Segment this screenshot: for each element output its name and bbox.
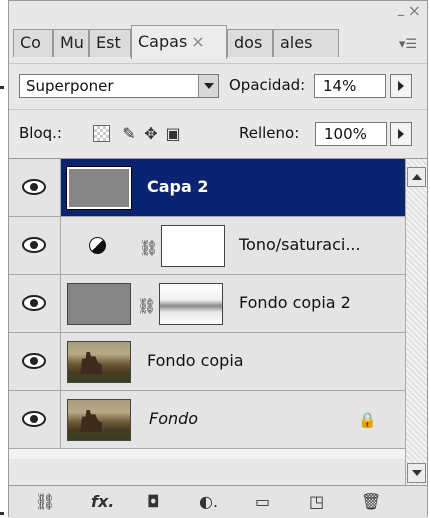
opacity-input[interactable]: 14%	[314, 74, 386, 98]
link-icon[interactable]: ⛓	[35, 492, 55, 512]
layer-thumbnail	[67, 399, 131, 441]
blend-row: Superponer Opacidad: 14%	[9, 63, 427, 110]
tab-label: Est	[96, 33, 121, 52]
layers-panel: – × Co Mu Est Capas × dos ales ▾☰ Superpo…	[8, 0, 428, 518]
blend-mode-select[interactable]: Superponer	[19, 74, 219, 98]
layer-thumbnail	[66, 166, 132, 210]
tab-close-icon[interactable]: ×	[191, 32, 204, 51]
scroll-up-icon[interactable]	[407, 167, 426, 187]
layer-fondo-copia[interactable]: Fondo copia	[9, 333, 405, 391]
mask-icon[interactable]: ◘	[147, 492, 160, 512]
opacity-label: Opacidad:	[229, 76, 306, 94]
layer-thumbnail	[67, 341, 131, 383]
layer-mask-thumbnail[interactable]	[161, 225, 225, 267]
new-layer-icon[interactable]: ◳	[309, 492, 324, 512]
fx-icon[interactable]: fx.	[91, 492, 114, 512]
visibility-toggle[interactable]	[9, 275, 61, 332]
lock-row: Bloq.: ✎ ✥ ▣ Relleno: 100%	[9, 109, 427, 159]
fill-label: Relleno:	[239, 124, 300, 142]
tab-estilos[interactable]: Est	[89, 29, 131, 57]
lock-transparent-icon[interactable]	[93, 125, 110, 142]
layers-scrollbar[interactable]	[405, 159, 427, 485]
lock-icon: 🔒	[358, 411, 377, 429]
lock-label: Bloq.:	[19, 124, 62, 142]
layer-fondo-copia-2[interactable]: ⛓ Fondo copia 2	[9, 275, 405, 333]
visibility-toggle[interactable]	[9, 159, 61, 216]
eye-icon	[22, 295, 46, 311]
close-icon[interactable]: ×	[408, 3, 421, 19]
eye-icon	[22, 353, 46, 369]
layer-fondo[interactable]: Fondo 🔒	[9, 391, 405, 449]
fill-input[interactable]: 100%	[315, 122, 387, 146]
visibility-toggle[interactable]	[9, 391, 61, 448]
link-chain-icon[interactable]: ⛓	[139, 239, 158, 257]
trash-icon[interactable]: 🗑	[361, 492, 381, 512]
layer-mask-thumbnail[interactable]	[159, 283, 223, 325]
visibility-toggle[interactable]	[9, 333, 61, 390]
layer-tono-saturacion[interactable]: ⛓ Tono/saturaci...	[9, 217, 405, 275]
adjustment-layer-icon	[89, 237, 106, 254]
adjustment-icon[interactable]: ◐.	[199, 492, 218, 512]
tab-label: dos	[234, 33, 263, 52]
layers-list: Capa 2 ⛓ Tono/saturaci... ⛓ Fondo copia …	[9, 159, 405, 459]
edge-mark	[0, 86, 4, 89]
folder-icon[interactable]: ▭	[255, 492, 270, 512]
tab-color[interactable]: Co	[13, 29, 53, 57]
tab-trazados[interactable]: ales	[273, 29, 339, 57]
edge-mark	[0, 512, 4, 515]
tab-muestras[interactable]: Mu	[53, 29, 89, 57]
tab-label: ales	[280, 33, 313, 52]
panel-footer: ⛓ fx. ◘ ◐. ▭ ◳ 🗑	[9, 485, 427, 518]
tab-capas[interactable]: Capas ×	[131, 25, 227, 59]
layer-capa-2[interactable]: Capa 2	[9, 159, 405, 217]
panel-menu-icon[interactable]: ▾☰	[399, 37, 417, 52]
panel-tabs: Co Mu Est Capas × dos ales ▾☰	[13, 25, 423, 59]
layer-name: Fondo	[149, 409, 199, 428]
layer-name: Fondo copia	[147, 351, 244, 370]
layer-name: Capa 2	[147, 177, 209, 196]
layer-thumbnail	[67, 283, 131, 325]
tab-label: Mu	[60, 33, 84, 52]
lock-all-icon[interactable]: ▣	[163, 124, 183, 144]
layer-name: Fondo copia 2	[239, 293, 351, 312]
tab-canales[interactable]: dos	[227, 29, 273, 57]
scroll-down-icon[interactable]	[407, 463, 426, 483]
eye-icon	[22, 411, 46, 427]
visibility-toggle[interactable]	[9, 217, 61, 274]
lock-brush-icon[interactable]: ✎	[119, 124, 139, 144]
tab-label: Co	[20, 33, 41, 52]
tab-label: Capas	[138, 32, 188, 51]
link-chain-icon[interactable]: ⛓	[137, 297, 156, 315]
fill-slider-button[interactable]	[390, 122, 412, 146]
layer-name: Tono/saturaci...	[239, 235, 361, 254]
eye-icon	[22, 179, 46, 195]
lock-move-icon[interactable]: ✥	[141, 124, 161, 144]
opacity-slider-button[interactable]	[390, 74, 412, 98]
chevron-down-icon[interactable]	[198, 75, 218, 97]
blend-mode-value: Superponer	[26, 77, 114, 95]
minimize-icon[interactable]: –	[397, 7, 405, 23]
eye-icon	[22, 237, 46, 253]
panel-titlebar: – ×	[9, 1, 427, 23]
